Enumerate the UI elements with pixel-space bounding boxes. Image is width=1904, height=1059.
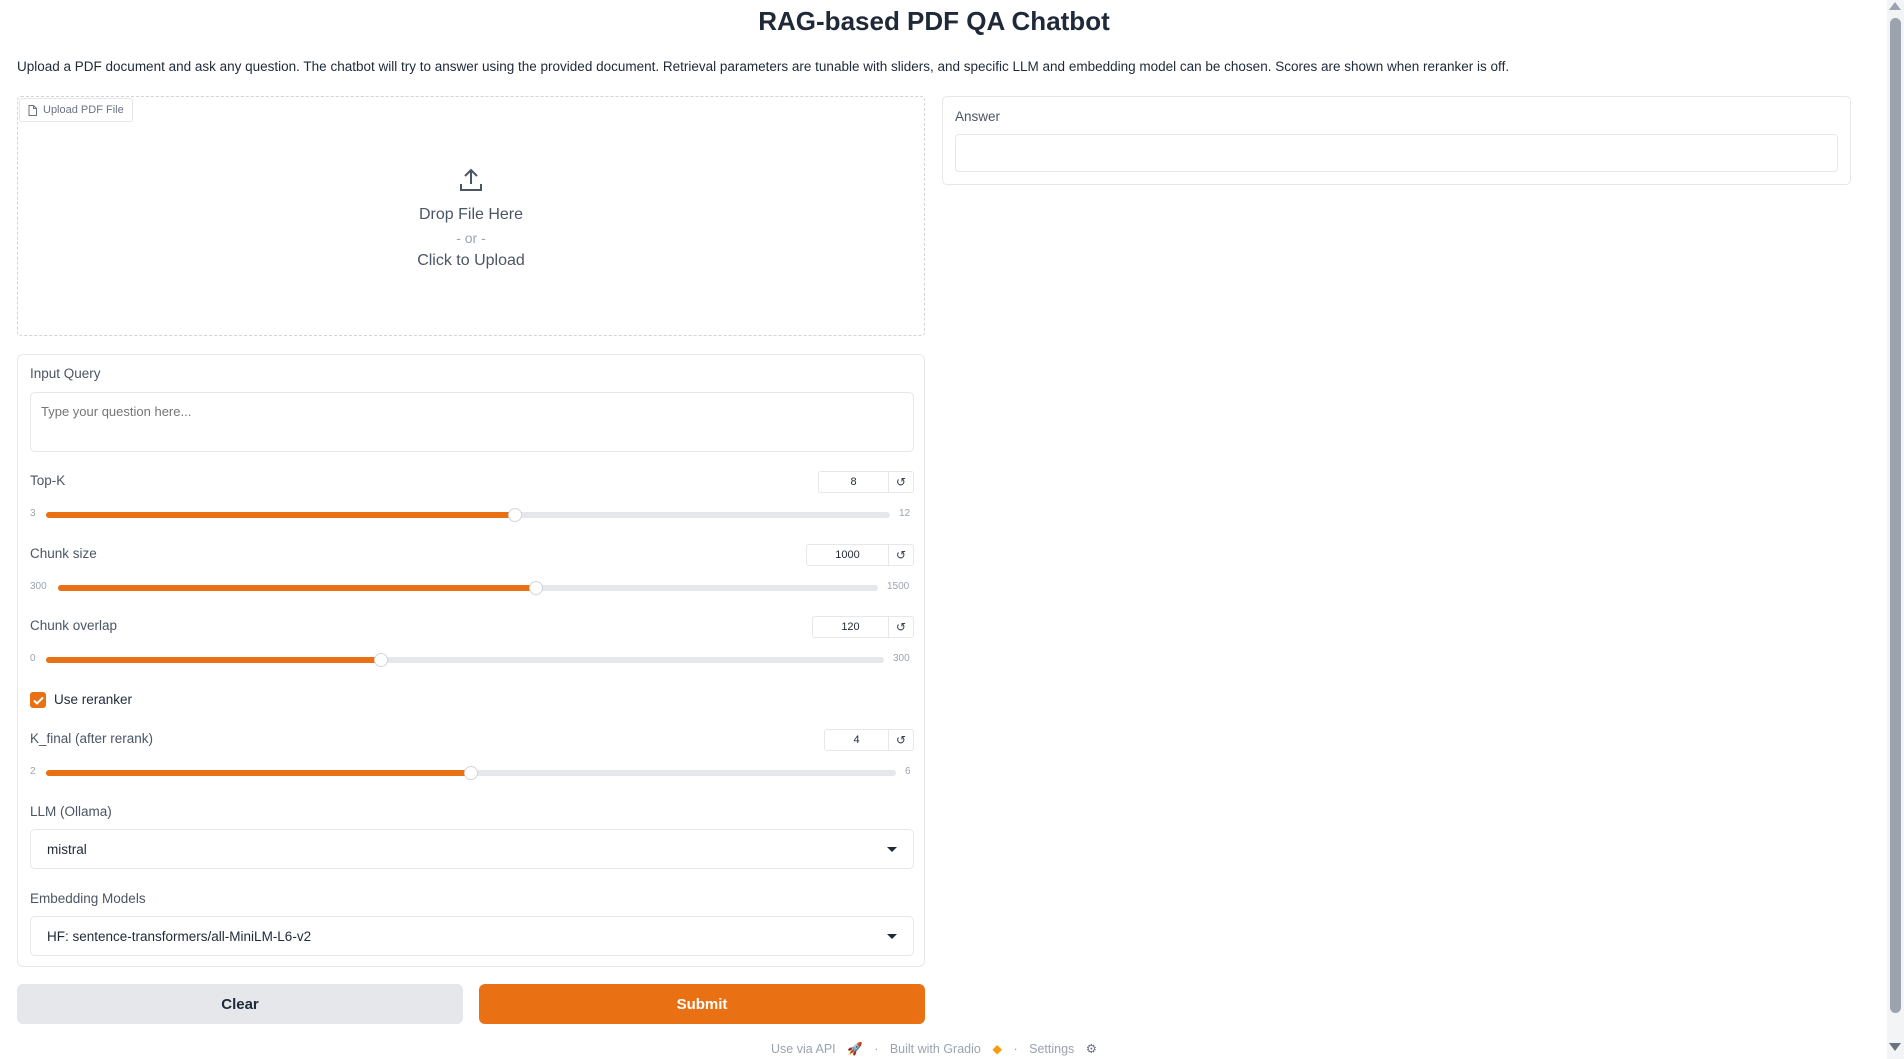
chunk-size-slider-thumb[interactable] <box>529 581 544 595</box>
k-final-slider[interactable] <box>46 766 896 780</box>
embedding-selected-value: HF: sentence-transformers/all-MiniLM-L6-… <box>47 928 312 944</box>
chunk-overlap-slider-thumb[interactable] <box>374 653 389 667</box>
top-k-slider-thumb[interactable] <box>508 508 523 522</box>
top-k-slider-fill <box>46 512 516 518</box>
scrollbar-thumb[interactable] <box>1890 18 1901 1013</box>
top-k-max: 12 <box>899 508 911 519</box>
drop-file-text: Drop File Here <box>418 206 524 223</box>
rocket-icon: 🚀 <box>847 1042 863 1056</box>
k-final-min: 2 <box>30 766 36 777</box>
scroll-down-arrow-icon[interactable] <box>1889 1043 1901 1051</box>
footer: Use via API 🚀 · Built with Gradio ◆ · Se… <box>0 1041 1868 1057</box>
k-final-number-input[interactable]: 4 ↺ <box>824 729 914 751</box>
chunk-overlap-min: 0 <box>30 653 36 664</box>
chunk-overlap-number-input[interactable]: 120 ↺ <box>812 616 914 638</box>
llm-label: LLM (Ollama) <box>30 804 112 819</box>
chunk-size-min: 300 <box>30 581 47 592</box>
top-k-number-input[interactable]: 8 ↺ <box>818 471 914 493</box>
app-root: RAG-based PDF QA Chatbot Upload a PDF do… <box>0 0 1904 1059</box>
page-title: RAG-based PDF QA Chatbot <box>758 6 1110 36</box>
k-final-slider-thumb[interactable] <box>464 766 478 780</box>
chunk-size-number-input[interactable]: 1000 ↺ <box>806 544 914 566</box>
caret-down-icon <box>887 933 897 939</box>
top-k-value[interactable]: 8 <box>819 476 888 488</box>
chunk-size-slider[interactable] <box>58 581 878 595</box>
controls-panel: Input Query Top-K 8 ↺ 3 12 Chunk size 10… <box>17 354 925 967</box>
upload-icon <box>460 168 482 191</box>
chunk-size-slider-fill <box>58 585 537 591</box>
top-k-min: 3 <box>30 508 36 519</box>
use-reranker-label[interactable]: Use reranker <box>54 692 132 707</box>
gear-icon[interactable]: ⚙ <box>1086 1042 1097 1056</box>
k-final-value[interactable]: 4 <box>825 734 888 746</box>
footer-separator: · <box>1013 1042 1018 1056</box>
click-to-upload-text[interactable]: Click to Upload <box>18 252 924 270</box>
reset-icon[interactable]: ↺ <box>888 730 913 750</box>
caret-down-icon <box>887 846 897 852</box>
built-with-gradio-link[interactable]: Built with Gradio <box>890 1042 981 1056</box>
chunk-size-value[interactable]: 1000 <box>807 549 888 561</box>
reset-icon[interactable]: ↺ <box>888 617 913 637</box>
checkmark-icon <box>32 696 44 705</box>
reset-icon[interactable]: ↺ <box>888 545 913 565</box>
submit-button[interactable]: Submit <box>479 984 925 1024</box>
chunk-overlap-value[interactable]: 120 <box>813 621 888 633</box>
embedding-label: Embedding Models <box>30 891 146 906</box>
file-icon <box>28 104 37 116</box>
page-description: Upload a PDF document and ask any questi… <box>17 59 1510 74</box>
reset-icon[interactable]: ↺ <box>888 472 913 492</box>
chunk-overlap-max: 300 <box>893 653 910 664</box>
upload-instructions: Drop File Here - or - Click to Upload <box>18 167 924 270</box>
settings-link[interactable]: Settings <box>1029 1042 1074 1056</box>
pdf-upload-dropzone[interactable]: Upload PDF File Drop File Here - or - Cl… <box>17 96 925 336</box>
query-input[interactable] <box>30 392 914 452</box>
answer-label: Answer <box>955 109 1001 124</box>
top-k-label: Top-K <box>30 473 66 488</box>
gradio-logo-icon: ◆ <box>992 1042 1002 1056</box>
k-final-max: 6 <box>905 766 911 777</box>
upload-tag-label: Upload PDF File <box>43 104 124 116</box>
chunk-overlap-label: Chunk overlap <box>30 618 118 633</box>
scroll-up-arrow-icon[interactable] <box>1889 2 1901 10</box>
chunk-overlap-slider[interactable] <box>46 653 884 667</box>
answer-panel: Answer <box>942 96 1851 185</box>
embedding-dropdown[interactable]: HF: sentence-transformers/all-MiniLM-L6-… <box>30 916 914 956</box>
k-final-label: K_final (after rerank) <box>30 731 154 746</box>
chunk-overlap-slider-fill <box>46 657 382 663</box>
use-via-api-link[interactable]: Use via API <box>771 1042 836 1056</box>
footer-separator: · <box>874 1042 879 1056</box>
answer-output[interactable] <box>955 134 1838 172</box>
llm-selected-value: mistral <box>47 841 87 857</box>
llm-dropdown[interactable]: mistral <box>30 829 914 869</box>
use-reranker-checkbox[interactable] <box>30 692 46 708</box>
clear-button[interactable]: Clear <box>17 984 463 1024</box>
or-text: - or - <box>456 230 486 246</box>
page-scrollbar[interactable] <box>1887 0 1904 1059</box>
top-k-slider[interactable] <box>46 508 890 522</box>
input-query-label: Input Query <box>30 366 101 381</box>
chunk-size-max: 1500 <box>887 581 910 592</box>
chunk-size-label: Chunk size <box>30 546 97 561</box>
k-final-slider-fill <box>46 770 471 776</box>
upload-tag: Upload PDF File <box>19 98 133 122</box>
